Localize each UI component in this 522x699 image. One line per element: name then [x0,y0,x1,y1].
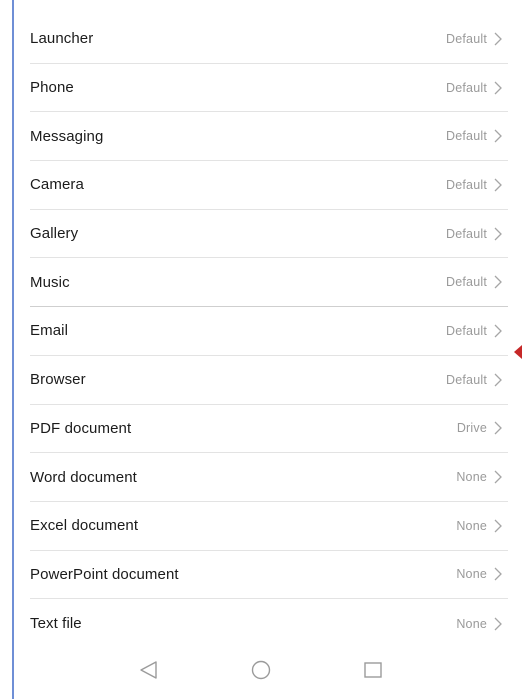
list-item-excel-document[interactable]: Excel document None [30,502,508,551]
item-right: None [456,567,508,581]
list-item-browser[interactable]: Browser Default [30,356,508,405]
back-button[interactable] [124,650,174,690]
chevron-right-icon [494,324,502,338]
chevron-right-icon [494,519,502,533]
item-right: Default [446,129,508,143]
item-right: Drive [457,421,508,435]
item-right: Default [446,275,508,289]
system-navigation-bar [0,640,522,699]
item-right: None [456,519,508,533]
chevron-right-icon [494,567,502,581]
item-label: Text file [30,615,82,633]
item-value: None [456,518,487,533]
item-right: None [456,470,508,484]
list-item-email[interactable]: Email Default [30,307,508,356]
item-label: Messaging [30,127,104,145]
item-label: Email [30,322,69,340]
triangle-back-icon [140,660,157,679]
chevron-right-icon [494,421,502,435]
list-item-phone[interactable]: Phone Default [30,64,508,113]
item-label: Phone [30,79,74,97]
item-value: None [456,616,487,631]
item-right: Default [446,373,508,387]
chevron-right-icon [494,32,502,46]
default-apps-list: Launcher Default Phone Default Messaging… [30,15,508,648]
chevron-right-icon [494,129,502,143]
item-label: Launcher [30,30,94,48]
item-value: None [456,470,487,485]
chevron-right-icon [494,470,502,484]
recents-button[interactable] [348,650,398,690]
chevron-right-icon [494,275,502,289]
item-label: Word document [30,468,137,486]
item-value: Default [445,323,487,338]
home-button[interactable] [236,650,286,690]
item-value: Default [445,372,487,387]
item-label: PDF document [30,419,132,437]
item-value: Drive [456,421,487,436]
item-value: Default [445,80,487,95]
item-value: Default [445,275,487,290]
item-label: Browser [30,371,86,389]
default-apps-screen: Launcher Default Phone Default Messaging… [0,0,522,699]
list-item-messaging[interactable]: Messaging Default [30,112,508,162]
item-label: Camera [30,176,84,194]
item-label: PowerPoint document [30,565,179,583]
item-right: Default [446,32,508,46]
list-item-camera[interactable]: Camera Default [30,161,508,210]
list-item-word-document[interactable]: Word document None [30,453,508,502]
item-right: Default [446,324,508,338]
left-edge-line [12,0,14,699]
chevron-right-icon [494,227,502,241]
chevron-right-icon [494,617,502,631]
item-label: Music [30,273,70,291]
item-value: Default [445,177,487,192]
item-label: Excel document [30,517,139,535]
chevron-right-icon [494,373,502,387]
list-item-pdf-document[interactable]: PDF document Drive [30,405,508,454]
list-item-gallery[interactable]: Gallery Default [30,210,508,259]
list-item-launcher[interactable]: Launcher Default [30,15,508,64]
item-right: Default [446,178,508,192]
list-item-music[interactable]: Music Default [30,258,508,308]
chevron-right-icon [494,178,502,192]
circle-home-icon [251,660,271,679]
item-label: Gallery [30,225,79,243]
item-right: None [456,617,508,631]
item-value: None [456,567,487,582]
item-value: Default [445,31,487,46]
red-pointer-marker [514,345,522,359]
item-value: Default [445,226,487,241]
item-right: Default [446,81,508,95]
item-right: Default [446,227,508,241]
list-item-powerpoint-document[interactable]: PowerPoint document None [30,551,508,600]
chevron-right-icon [494,81,502,94]
item-value: Default [445,129,487,144]
square-recents-icon [364,661,382,678]
